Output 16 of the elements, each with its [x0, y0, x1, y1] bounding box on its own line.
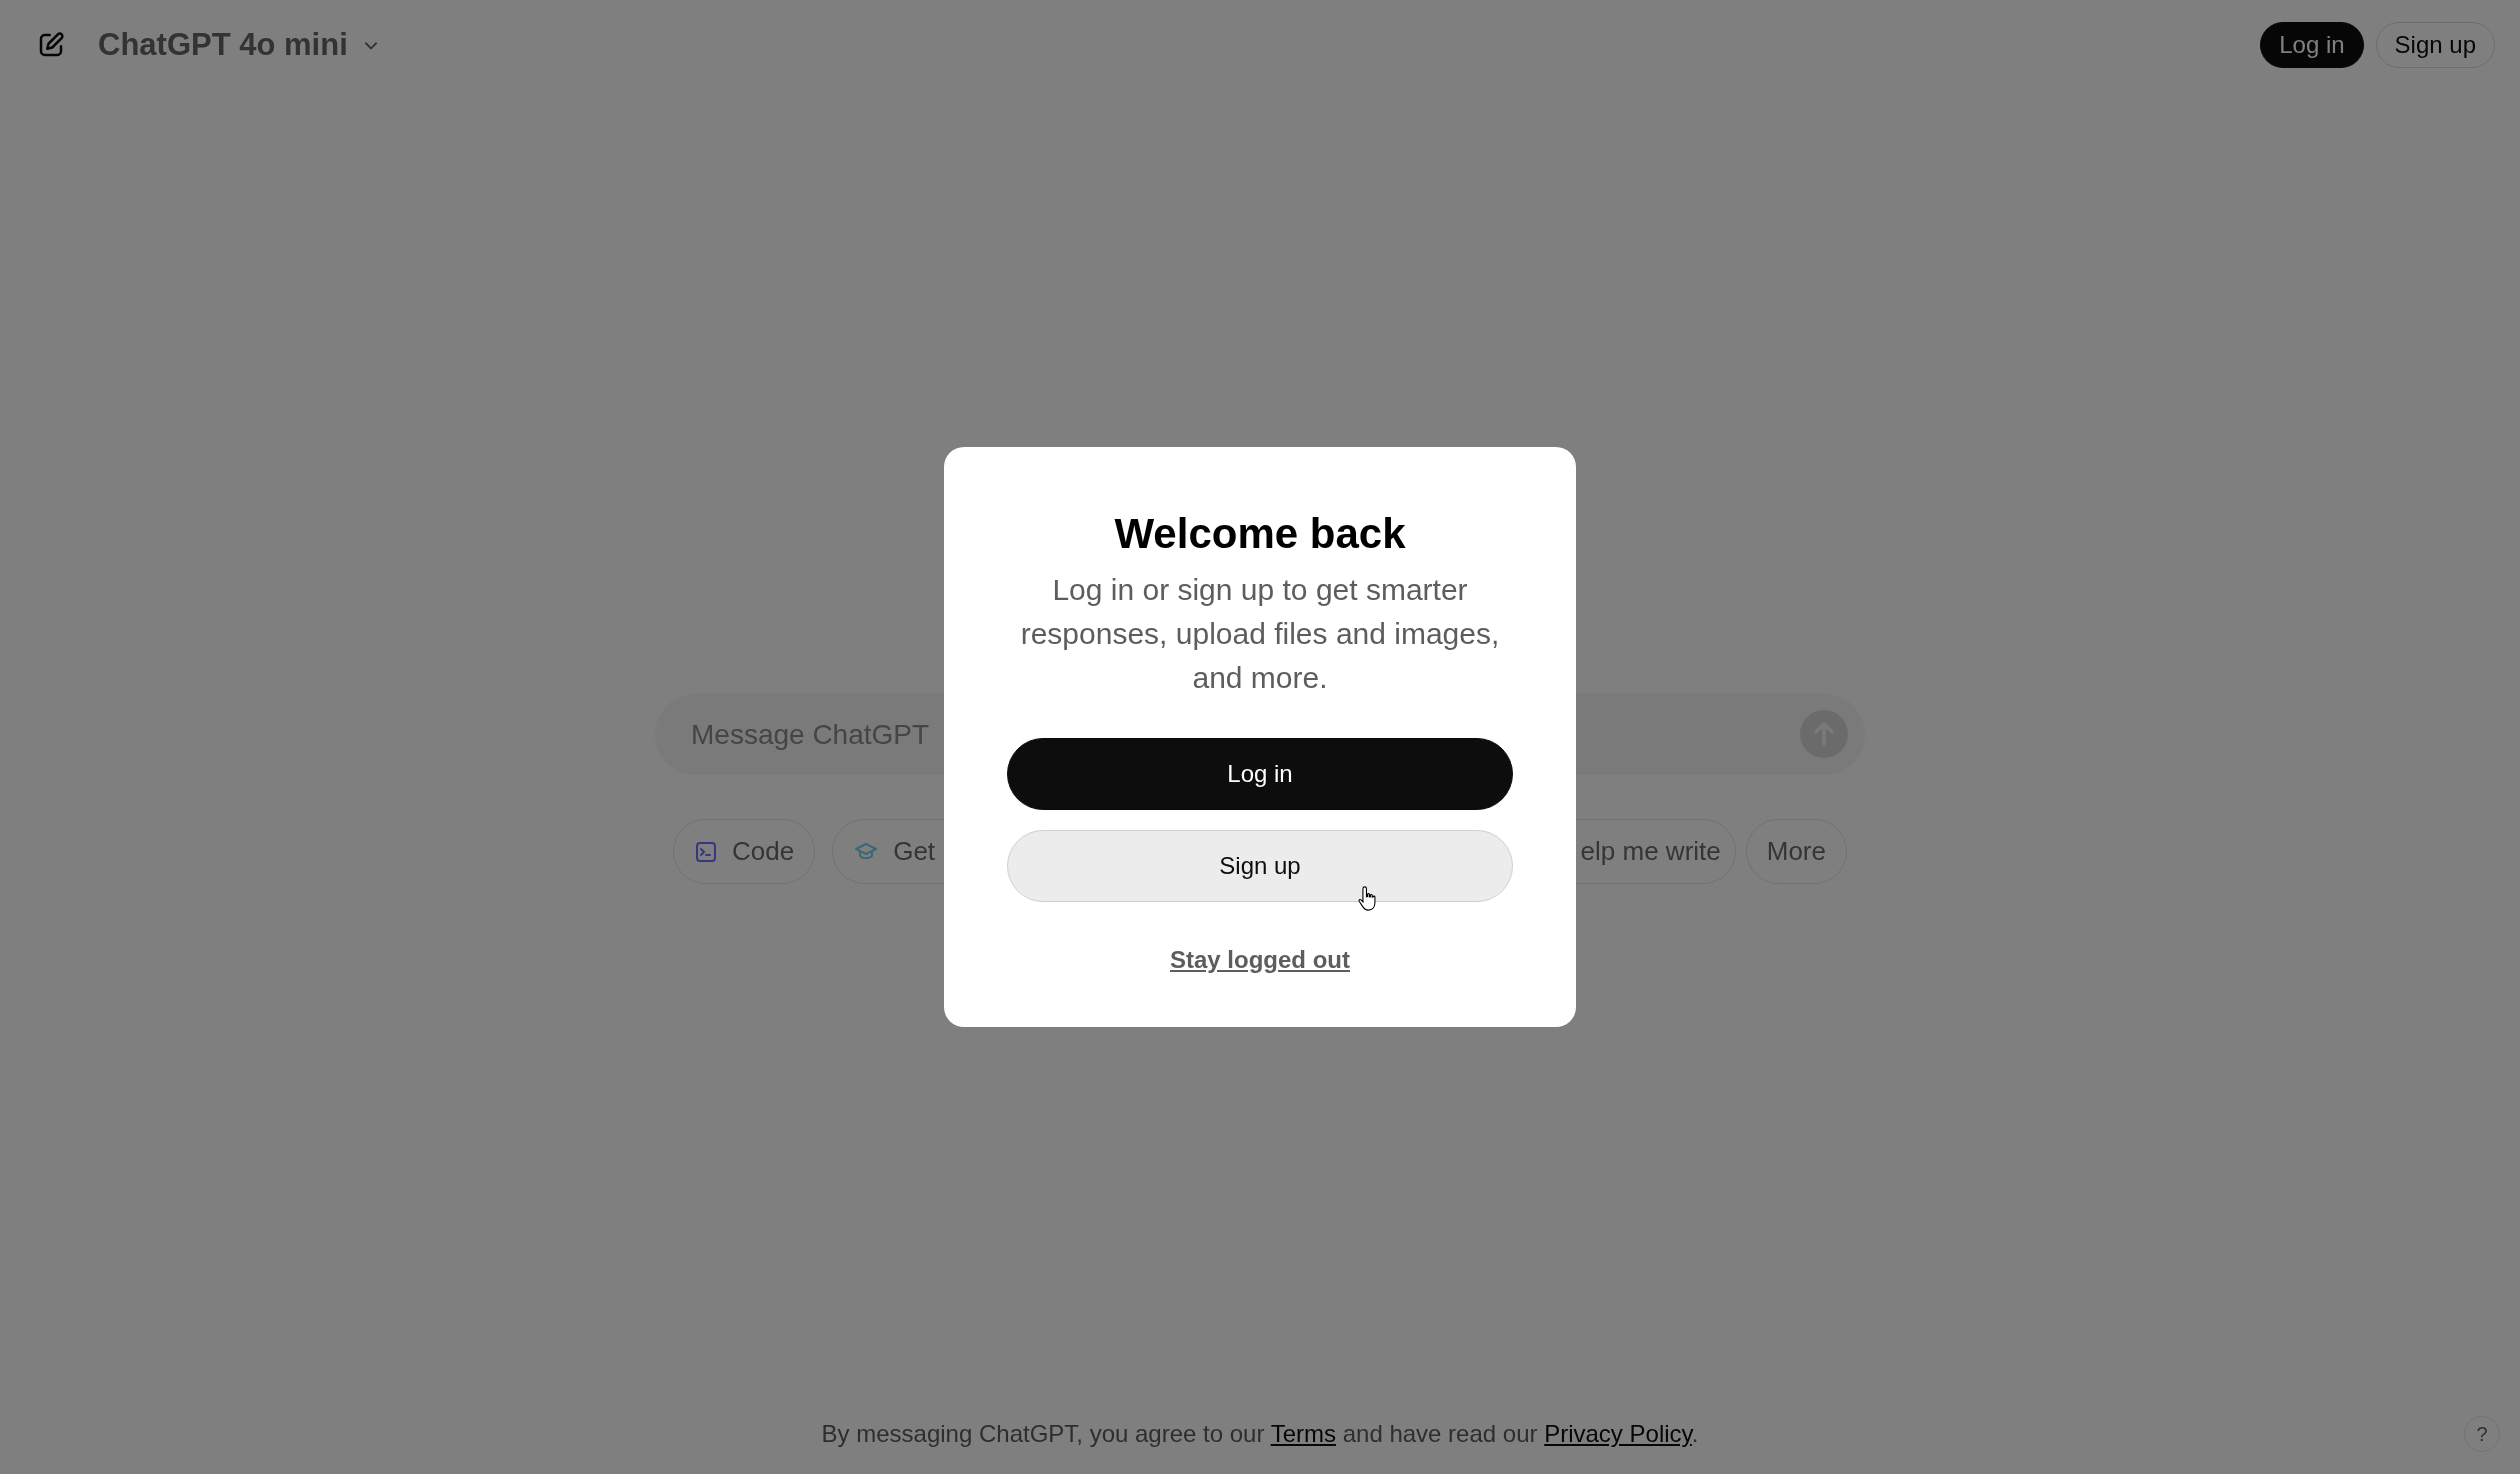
- terminal-icon: [694, 839, 718, 864]
- terms-link[interactable]: Terms: [1270, 1420, 1337, 1447]
- terms-link[interactable]: Privacy Policy: [1544, 1420, 1692, 1447]
- dialog-title: Welcome back: [1114, 510, 1406, 558]
- suggestion-chip[interactable]: Code: [673, 819, 816, 884]
- help-button[interactable]: ?: [2464, 1416, 2500, 1452]
- sign-up-button[interactable]: Sign up: [1007, 830, 1513, 902]
- suggestion-chip[interactable]: More: [1745, 819, 1847, 884]
- hand-cursor-icon: [1357, 884, 1379, 914]
- terms-notice: By messaging ChatGPT, you agree to our Terms and have read our Privacy Policy.: [821, 1420, 1699, 1448]
- stay-logged-out-link[interactable]: Stay logged out: [1170, 946, 1350, 974]
- sign-up-button[interactable]: Sign up: [2375, 22, 2495, 68]
- dialog-message: Log in or sign up to get smarter responses, upload files and images, and more.: [1019, 572, 1501, 696]
- log-in-button[interactable]: Log in: [2260, 22, 2364, 68]
- model-selector[interactable]: ChatGPT 4o mini: [98, 27, 380, 63]
- log-in-button[interactable]: Log in: [1007, 738, 1513, 810]
